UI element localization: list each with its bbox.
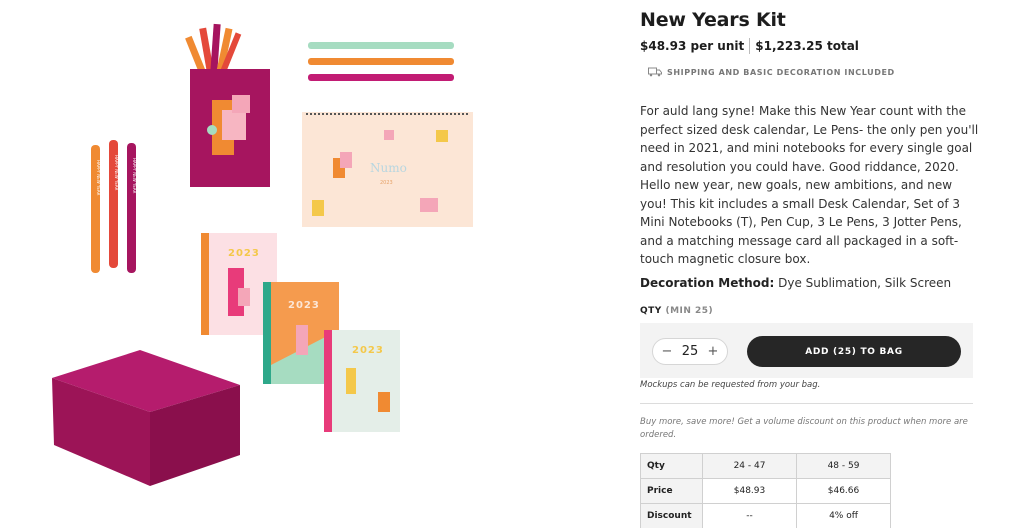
gift-box	[52, 350, 240, 486]
qty-label-text: QTY	[640, 306, 662, 316]
notebook-3: 2023	[324, 330, 400, 432]
pen-text-1: HAPPY NEW YEAR	[96, 160, 101, 196]
divider	[640, 403, 973, 404]
unit-price: $48.93 per unit	[640, 39, 745, 53]
price-divider	[749, 38, 751, 54]
le-pens	[308, 42, 454, 81]
quantity-stepper: − 25 +	[652, 338, 728, 365]
notebook-2-year: 2023	[288, 300, 320, 311]
increment-button[interactable]: +	[707, 344, 719, 359]
desk-calendar: Numo 2023	[302, 112, 473, 227]
table-header-row: Qty 24 - 47 48 - 59	[640, 453, 891, 479]
table-row-label: Discount	[640, 503, 703, 528]
volume-discount-note: Buy more, save more! Get a volume discou…	[640, 417, 968, 440]
table-header-cell: Qty	[640, 453, 703, 479]
pen-cup-pens	[185, 23, 242, 74]
table-row: Price $48.93 $46.66	[640, 478, 891, 504]
shipping-text: SHIPPING AND BASIC DECORATION INCLUDED	[667, 67, 895, 77]
pen-cup	[190, 69, 270, 187]
total-price: $1,223.25 total	[755, 39, 859, 53]
shipping-note: SHIPPING AND BASIC DECORATION INCLUDED	[648, 67, 895, 77]
table-header-cell: 48 - 59	[796, 453, 891, 479]
volume-pricing-table: Qty 24 - 47 48 - 59 Price $48.93 $46.66 …	[640, 453, 891, 528]
calendar-logo: Numo	[370, 161, 407, 175]
product-description: For auld lang syne! Make this New Year c…	[640, 104, 979, 266]
pen-text-2: HAPPY NEW YEAR	[114, 155, 119, 191]
qty-min: (MIN 25)	[665, 306, 714, 316]
mockup-note: Mockups can be requested from your bag.	[640, 380, 821, 390]
decoration-label: Decoration Method:	[640, 276, 775, 290]
pen-text-3: HAPPY NEW YEAR	[132, 158, 137, 194]
table-row-label: Price	[640, 478, 703, 504]
qty-label: QTY (MIN 25)	[640, 306, 713, 316]
quantity-panel: − 25 + ADD (25) TO BAG	[640, 323, 973, 378]
jotter-pens: HAPPY NEW YEAR HAPPY NEW YEAR HAPPY NEW …	[91, 140, 137, 273]
truck-icon	[648, 67, 662, 77]
table-header-cell: 24 - 47	[702, 453, 797, 479]
table-cell: 4% off	[796, 503, 891, 528]
notebook-3-year: 2023	[352, 345, 384, 356]
product-title: New Years Kit	[640, 9, 786, 31]
table-row: Discount -- 4% off	[640, 503, 891, 528]
decoration-value: Dye Sublimation, Silk Screen	[774, 276, 952, 290]
decrement-button[interactable]: −	[661, 344, 673, 359]
product-image: Numo 2023 HAPPY NEW YEAR HAPPY NEW YEAR …	[52, 23, 473, 486]
add-to-bag-button[interactable]: ADD (25) TO BAG	[747, 336, 961, 367]
table-cell: --	[702, 503, 797, 528]
table-cell: $48.93	[702, 478, 797, 504]
notebook-1-year: 2023	[228, 248, 260, 259]
price-line: $48.93 per unit $1,223.25 total	[640, 38, 859, 54]
quantity-input[interactable]: 25	[682, 344, 699, 359]
calendar-year: 2023	[380, 180, 393, 186]
table-cell: $46.66	[796, 478, 891, 504]
decoration-method: Decoration Method: Dye Sublimation, Silk…	[640, 276, 951, 290]
